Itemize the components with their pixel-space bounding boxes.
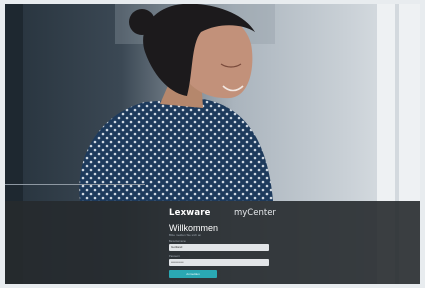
login-screen: Lexware myCenter Willkommen Bitte melden… bbox=[5, 4, 420, 284]
password-field[interactable] bbox=[169, 259, 269, 266]
app-name: myCenter bbox=[234, 208, 276, 218]
username-field[interactable] bbox=[169, 244, 269, 251]
login-form: Willkommen Bitte melden Sie sich an Benu… bbox=[169, 223, 269, 278]
login-button[interactable]: Anmelden bbox=[169, 270, 217, 278]
welcome-title: Willkommen bbox=[169, 223, 219, 233]
brand-header: Lexware myCenter bbox=[169, 208, 289, 220]
decorative-line bbox=[5, 184, 145, 185]
lexware-logo: Lexware bbox=[169, 208, 211, 218]
welcome-subtitle: Bitte melden Sie sich an bbox=[169, 233, 202, 237]
